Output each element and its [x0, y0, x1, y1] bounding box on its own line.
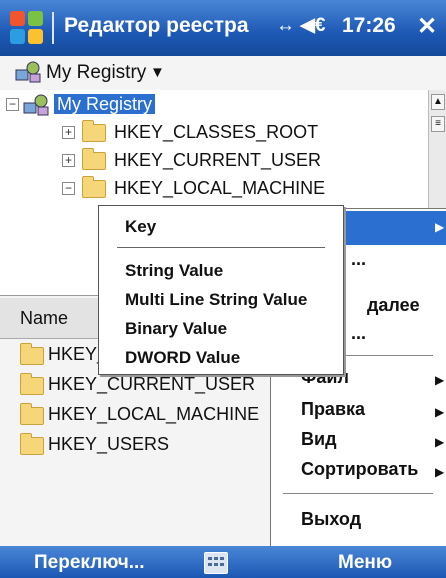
- registry-icon: [15, 61, 41, 83]
- tree-node-hkcu[interactable]: HKEY_CURRENT_USER: [114, 150, 321, 176]
- tree-expand-icon[interactable]: +: [62, 126, 75, 139]
- folder-icon: [82, 148, 106, 170]
- submenu-item-key[interactable]: Key: [125, 217, 156, 237]
- submenu-separator: [117, 247, 325, 248]
- chevron-right-icon: ▶: [435, 220, 445, 234]
- connectivity-volume-icon[interactable]: ↔ ◀€: [276, 14, 325, 37]
- folder-icon: [20, 433, 44, 455]
- tree-node-root[interactable]: My Registry: [54, 94, 156, 120]
- submenu-item-dword-value[interactable]: DWORD Value: [125, 348, 240, 368]
- close-button[interactable]: ✕: [412, 12, 442, 42]
- softkey-bar: Переключ... Меню: [0, 546, 446, 578]
- registry-selector-bar: My Registry ▼: [0, 56, 446, 91]
- menu-item-partial-3[interactable]: ...: [351, 323, 366, 344]
- submenu-item-multiline-string-value[interactable]: Multi Line String Value: [125, 290, 307, 310]
- folder-icon: [20, 343, 44, 365]
- folder-icon: [82, 176, 106, 198]
- scroll-up-icon[interactable]: ▲: [431, 94, 445, 110]
- chevron-right-icon: ▶: [435, 373, 445, 387]
- chevron-right-icon: ▶: [435, 405, 445, 419]
- tree-node-hkcr[interactable]: HKEY_CLASSES_ROOT: [114, 122, 318, 148]
- title-bar: Редактор реестра ↔ ◀€ 17:26 ✕: [0, 0, 446, 56]
- chevron-right-icon: ▶: [435, 435, 445, 449]
- tree-node-hklm[interactable]: HKEY_LOCAL_MACHINE: [114, 178, 325, 204]
- title-separator: [52, 12, 54, 44]
- windows-start-icon[interactable]: [10, 11, 44, 45]
- keyboard-icon[interactable]: [204, 552, 228, 574]
- menu-item-exit[interactable]: Выход: [301, 509, 361, 530]
- app-title[interactable]: Редактор реестра: [64, 14, 249, 38]
- registry-selector[interactable]: My Registry: [46, 62, 146, 84]
- menu-separator: [283, 493, 433, 494]
- folder-icon: [20, 373, 44, 395]
- chevron-down-icon[interactable]: ▼: [150, 64, 165, 81]
- menu-item-partial-2[interactable]: далее: [367, 295, 420, 316]
- tree-collapse-icon[interactable]: −: [62, 182, 75, 195]
- submenu-item-binary-value[interactable]: Binary Value: [125, 319, 227, 339]
- menu-softkey[interactable]: Меню: [338, 552, 392, 574]
- new-submenu: Key String Value Multi Line String Value…: [98, 205, 344, 375]
- clock[interactable]: 17:26: [342, 14, 396, 38]
- left-softkey[interactable]: Переключ...: [34, 552, 145, 574]
- menu-item-edit[interactable]: Правка: [301, 399, 365, 420]
- menu-item-sort[interactable]: Сортировать: [301, 459, 418, 480]
- tree-expand-icon[interactable]: +: [62, 154, 75, 167]
- scroll-thumb[interactable]: ≡: [431, 116, 445, 132]
- chevron-right-icon: ▶: [435, 465, 445, 479]
- submenu-item-string-value[interactable]: String Value: [125, 261, 223, 281]
- name-column-header[interactable]: Name: [20, 308, 68, 329]
- folder-icon: [82, 120, 106, 142]
- menu-item-view[interactable]: Вид: [301, 429, 337, 450]
- tree-collapse-icon[interactable]: −: [6, 98, 19, 111]
- registry-icon: [23, 94, 49, 116]
- folder-icon: [20, 403, 44, 425]
- menu-item-partial-1[interactable]: ...: [351, 249, 366, 270]
